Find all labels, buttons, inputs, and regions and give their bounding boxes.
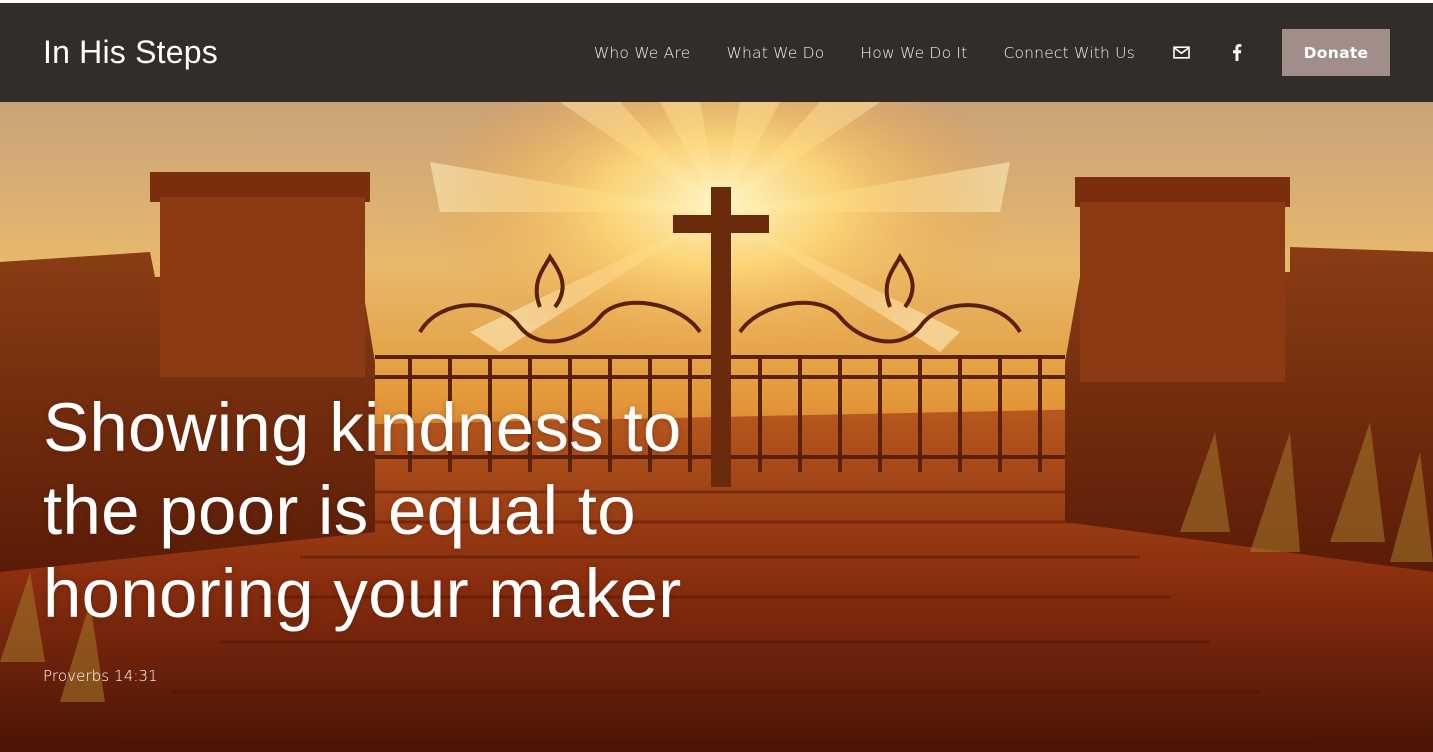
hero-section: Showing kindness to the poor is equal to… xyxy=(0,102,1433,752)
donate-button[interactable]: Donate xyxy=(1282,29,1390,76)
nav-who-we-are[interactable]: Who We Are xyxy=(594,44,691,62)
site-title-link[interactable]: In His Steps xyxy=(43,34,218,71)
mail-icon[interactable] xyxy=(1171,43,1191,63)
nav-what-we-do[interactable]: What We Do xyxy=(726,44,824,62)
mail-icon-glyph xyxy=(1172,46,1190,59)
main-nav: Who We Are What We Do How We Do It Conne… xyxy=(594,3,1390,102)
site-header: In His Steps Who We Are What We Do How W… xyxy=(0,3,1433,102)
facebook-icon[interactable] xyxy=(1227,43,1247,63)
hero-quote: Showing kindness to the poor is equal to… xyxy=(43,389,682,632)
page: In His Steps Who We Are What We Do How W… xyxy=(0,0,1433,752)
facebook-icon-glyph xyxy=(1233,44,1242,61)
nav-how-we-do-it[interactable]: How We Do It xyxy=(860,44,967,62)
nav-connect-with-us[interactable]: Connect With Us xyxy=(1003,44,1135,62)
hero-citation: Proverbs 14:31 xyxy=(43,667,158,685)
